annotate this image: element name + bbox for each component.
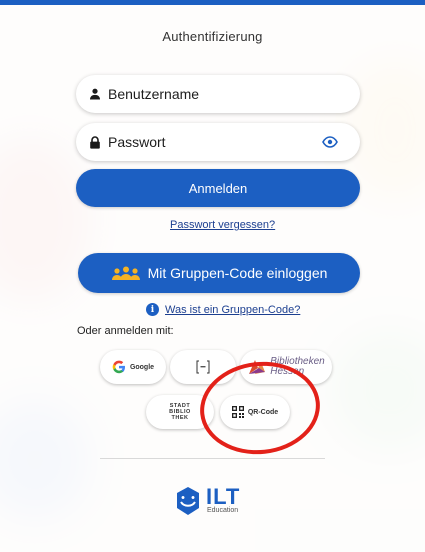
page-title: Authentifizierung [162,29,263,44]
education-logo-text: Education [207,507,239,514]
google-label: Google [129,363,155,371]
lock-icon [88,135,102,149]
google-icon [112,360,126,374]
stadtbib-line-3: THEK [171,415,189,421]
bildungsraum-logo-icon [195,359,211,375]
google-login-button[interactable]: Google [100,350,166,384]
eye-icon[interactable] [322,135,338,149]
other-login-label: Oder anmelden mit: [77,325,174,337]
forgot-password-link[interactable]: Passwort vergessen? [170,219,275,231]
username-field-wrapper[interactable] [76,75,360,113]
password-field-wrapper[interactable] [76,123,360,161]
ilt-education-logo: ILT Education [175,486,240,516]
ilt-logo-text: ILT [206,484,241,509]
group-code-info-link[interactable]: Was ist ein Gruppen-Code? [165,304,300,316]
group-code-info[interactable]: i Was ist ein Gruppen-Code? [146,303,300,316]
user-icon [88,87,102,101]
username-input[interactable] [108,86,360,102]
group-code-login-label: Mit Gruppen-Code einloggen [147,265,328,281]
group-people-icon [111,265,141,281]
group-code-login-button[interactable]: Mit Gruppen-Code einloggen [78,253,360,293]
info-icon: i [146,303,159,316]
footer-divider [100,458,325,459]
ilt-logo-icon [175,486,201,516]
stadtbibliothek-logo-icon: STADT BIBLIO THEK [169,403,191,421]
login-button[interactable]: Anmelden [76,169,360,207]
